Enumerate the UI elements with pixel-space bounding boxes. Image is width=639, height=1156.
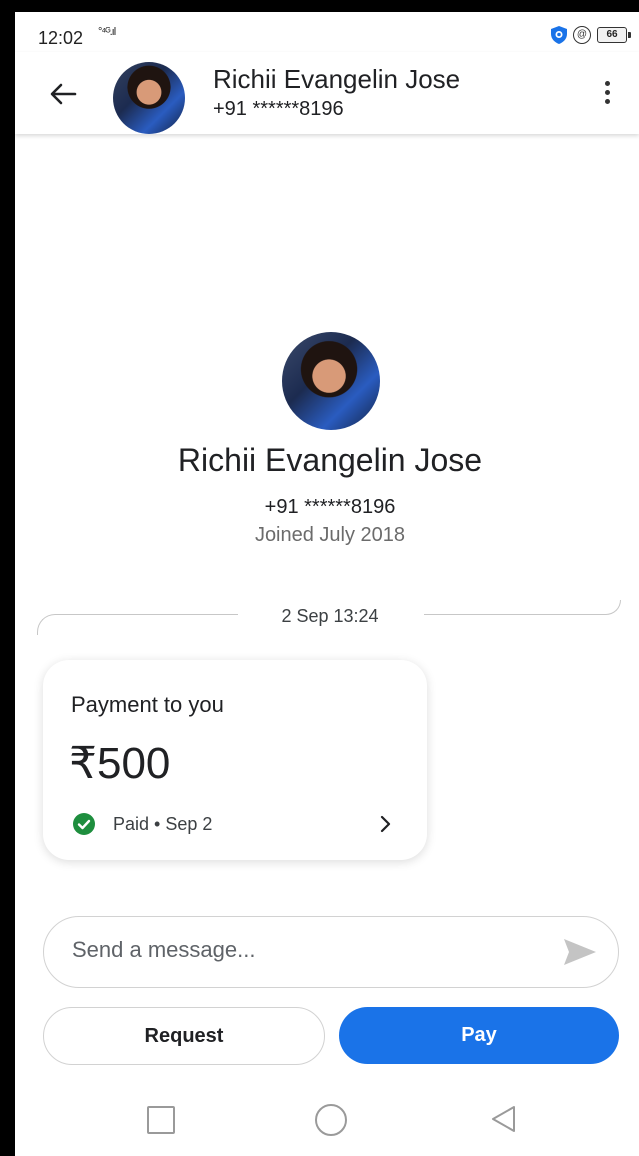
payment-card[interactable]: Payment to you ₹500 Paid • Sep 2	[43, 660, 427, 860]
header-contact-name: Richii Evangelin Jose	[213, 64, 461, 94]
message-composer	[43, 916, 619, 988]
at-circle-icon: @	[573, 26, 591, 44]
signal-icon: °⁴ᴳ.ıl	[98, 26, 116, 38]
home-circle-icon[interactable]	[315, 1104, 347, 1136]
header-avatar[interactable]	[113, 62, 185, 134]
status-icons: @ 66	[551, 26, 631, 44]
chevron-right-icon[interactable]	[379, 814, 393, 834]
status-time: 12:02	[38, 28, 84, 48]
send-icon[interactable]	[562, 937, 598, 967]
pay-button[interactable]: Pay	[339, 1007, 619, 1064]
app-screen: 12:02 °⁴ᴳ.ıl @ 66 Richii Evangelin Jose …	[15, 12, 639, 1156]
battery-icon: 66	[597, 27, 631, 43]
back-arrow-icon[interactable]	[45, 76, 81, 112]
back-triangle-icon[interactable]	[489, 1104, 517, 1134]
more-options-icon[interactable]	[597, 77, 617, 109]
profile-avatar	[282, 332, 380, 430]
payment-title: Payment to you	[71, 692, 224, 717]
recents-square-icon[interactable]	[147, 1106, 175, 1134]
date-label: 2 Sep 13:24	[281, 606, 379, 626]
shield-icon	[551, 26, 567, 44]
request-button[interactable]: Request	[43, 1007, 325, 1065]
header-contact-phone: +91 ******8196	[213, 98, 344, 120]
profile-joined-date: Joined July 2018	[254, 524, 406, 546]
payment-status: Paid • Sep 2	[113, 814, 213, 834]
app-header: Richii Evangelin Jose +91 ******8196	[15, 52, 639, 134]
system-nav-bar	[15, 1092, 639, 1156]
profile-name: Richii Evangelin Jose	[177, 442, 483, 478]
status-bar: 12:02 °⁴ᴳ.ıl @ 66	[15, 12, 639, 52]
payment-amount: ₹500	[69, 739, 171, 788]
check-circle-icon	[73, 813, 95, 835]
profile-phone: +91 ******8196	[264, 496, 396, 518]
message-input[interactable]	[72, 937, 532, 963]
